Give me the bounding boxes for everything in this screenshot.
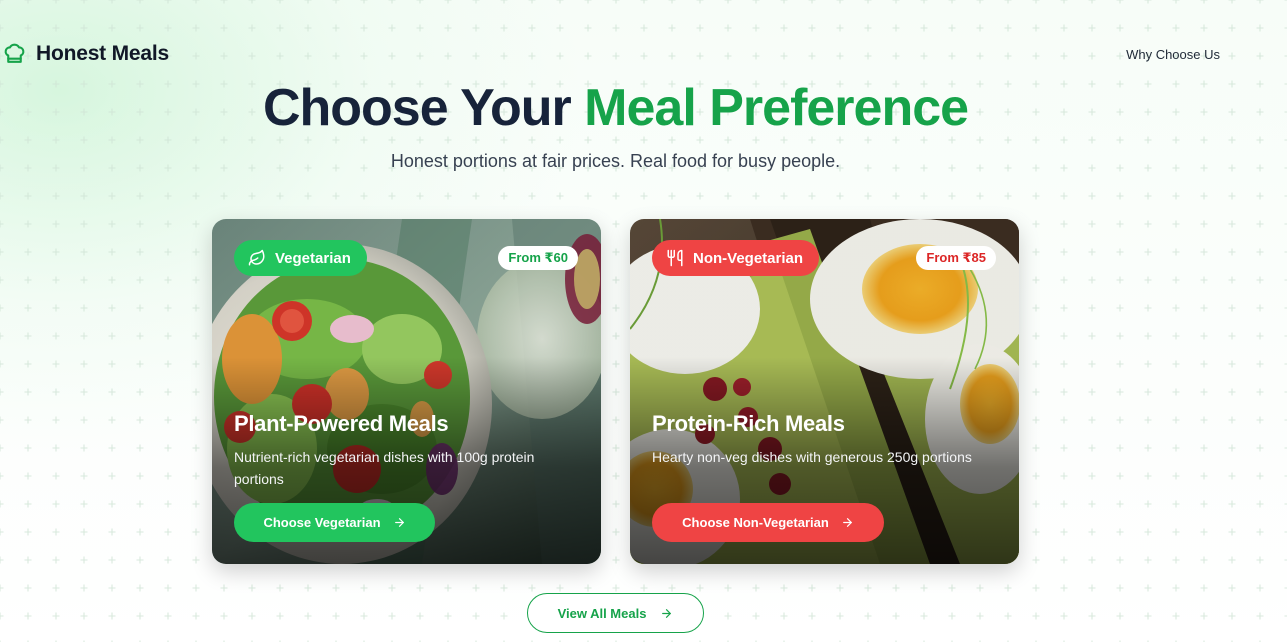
vegetarian-badge-label: Vegetarian [275, 249, 351, 267]
vegetarian-badge: Vegetarian [234, 240, 367, 276]
choose-non-vegetarian-button[interactable]: Choose Non-Vegetarian [652, 503, 884, 542]
title-accent: Meal Preference [584, 79, 969, 137]
brand-name: Honest Meals [36, 41, 169, 65]
view-all-meals-button[interactable]: View All Meals [527, 593, 704, 633]
vegetarian-price-badge: From ₹60 [498, 246, 578, 270]
page-subtitle: Honest portions at fair prices. Real foo… [390, 151, 841, 171]
arrow-right-icon [842, 518, 852, 527]
non-vegetarian-card[interactable]: Non-Vegetarian From ₹85 Protein-Rich Mea… [630, 219, 1019, 564]
non-vegetarian-card-description: Hearty non-veg dishes with generous 250g… [652, 449, 972, 465]
utensils-icon [667, 249, 683, 267]
non-vegetarian-price-badge: From ₹85 [916, 246, 996, 270]
non-vegetarian-badge-label: Non-Vegetarian [693, 249, 804, 267]
leaf-icon [248, 249, 265, 266]
arrow-right-icon [662, 608, 672, 618]
page-title: Choose Your Meal Preference [0, 78, 1231, 138]
vegetarian-card-title: Plant-Powered Meals [234, 411, 449, 436]
view-all-meals-label: View All Meals [557, 605, 647, 621]
nav-why-choose-us[interactable]: Why Choose Us [1126, 47, 1220, 62]
choose-vegetarian-button[interactable]: Choose Vegetarian [234, 503, 435, 542]
vegetarian-card-description: Nutrient-rich vegetarian dishes with 100… [234, 449, 535, 487]
brand[interactable]: Honest Meals [2, 41, 169, 66]
choose-vegetarian-label: Choose Vegetarian [263, 515, 381, 530]
chef-hat-icon [4, 43, 25, 63]
non-vegetarian-badge: Non-Vegetarian [652, 240, 820, 276]
title-main: Choose Your [262, 79, 585, 137]
arrow-right-icon [394, 518, 404, 527]
choose-non-vegetarian-label: Choose Non-Vegetarian [682, 515, 829, 530]
non-vegetarian-card-title: Protein-Rich Meals [652, 411, 845, 436]
vegetarian-card[interactable]: Vegetarian From ₹60 Plant-Powered Meals … [212, 219, 601, 564]
